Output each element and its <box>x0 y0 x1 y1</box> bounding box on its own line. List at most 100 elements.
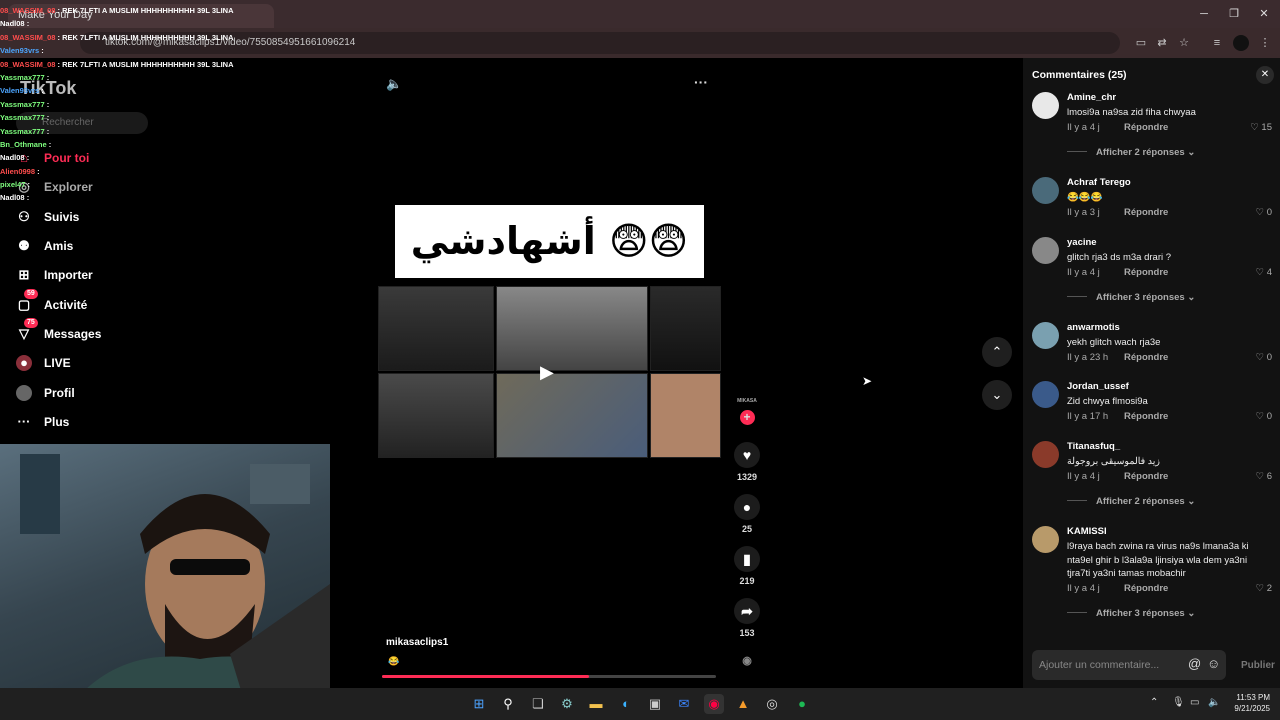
spotify-icon[interactable]: ● <box>792 694 812 714</box>
comment-like-button[interactable]: ♡ 4 <box>1256 267 1272 278</box>
nav-item-live[interactable]: ● LIVE <box>16 351 216 375</box>
video-overlay-title: أشهادشي 😨😨 <box>395 205 704 278</box>
file-explorer-icon[interactable]: ▬ <box>586 694 606 714</box>
clock[interactable]: 11:53 PM 9/21/2025 <box>1228 692 1270 714</box>
windows-start-icon[interactable]: ⊞ <box>469 694 489 714</box>
comment-item: Amine_chr lmosi9a na9sa zid fiha chwyaa Il… <box>1023 92 1280 158</box>
chat-username: Valen93vrs <box>0 86 40 96</box>
commenter-name[interactable]: Achraf Terego <box>1067 177 1131 188</box>
commenter-name[interactable]: KAMISSI <box>1067 526 1107 537</box>
share-button[interactable]: ➦ 153 <box>733 598 761 638</box>
previous-video-button[interactable]: ⌃ <box>982 337 1012 367</box>
search-icon[interactable]: ⚲ <box>498 694 518 714</box>
close-comments-icon[interactable]: ✕ <box>1256 66 1274 84</box>
like-button[interactable]: ♥ 1329 <box>733 442 761 482</box>
mention-icon[interactable]: @ <box>1188 656 1201 671</box>
reply-button[interactable]: Répondre <box>1124 267 1168 278</box>
reply-button[interactable]: Répondre <box>1124 411 1168 422</box>
nav-item-profil[interactable]: Profil <box>16 381 216 405</box>
reply-button[interactable]: Répondre <box>1124 583 1168 594</box>
reply-button[interactable]: Répondre <box>1124 207 1168 218</box>
commenter-name[interactable]: Titanasfuq_ <box>1067 441 1120 452</box>
nav-item-suivis[interactable]: ⚇ Suivis <box>16 205 216 229</box>
obs-icon[interactable]: ◎ <box>762 694 782 714</box>
star-icon[interactable]: ☆ <box>1176 35 1192 51</box>
publish-button[interactable]: Publier <box>1241 660 1275 671</box>
commenter-avatar[interactable] <box>1032 441 1059 468</box>
next-video-button[interactable]: ⌄ <box>982 380 1012 410</box>
reply-button[interactable]: Répondre <box>1124 471 1168 482</box>
nav-item-importer[interactable]: ⊞ Importer <box>16 263 216 287</box>
commenter-avatar[interactable] <box>1032 526 1059 553</box>
show-replies-button[interactable]: Afficher 2 réponses ⌄ <box>1067 496 1195 507</box>
comment-like-button[interactable]: ♡ 2 <box>1256 583 1272 594</box>
commenter-name[interactable]: yacine <box>1067 237 1097 248</box>
microphone-icon[interactable]: 🎙 <box>1172 697 1185 708</box>
commenter-name[interactable]: anwarmotis <box>1067 322 1120 333</box>
save-button[interactable]: ▮ 219 <box>733 546 761 586</box>
video-author[interactable]: mikasaclips1 <box>386 637 448 648</box>
comment-like-button[interactable]: ♡ 0 <box>1256 352 1272 363</box>
reply-button[interactable]: Répondre <box>1124 352 1168 363</box>
outlook-icon[interactable]: ✉ <box>674 694 694 714</box>
edge-icon[interactable]: ◐ <box>616 694 636 714</box>
comment-like-button[interactable]: ♡ 0 <box>1256 207 1272 218</box>
app-icon[interactable]: ▲ <box>733 694 753 714</box>
cast-icon[interactable]: ▭ <box>1133 35 1149 51</box>
nav-label: Profil <box>44 386 75 400</box>
commenter-avatar[interactable] <box>1032 237 1059 264</box>
nav-item-messages[interactable]: ▽ 75 Messages <box>16 318 216 346</box>
maximize-icon[interactable]: ❐ <box>1226 6 1242 22</box>
comment-button[interactable]: ● 25 <box>733 494 761 534</box>
translate-icon[interactable]: ⇄ <box>1154 35 1170 51</box>
nav-label: Activité <box>44 298 88 312</box>
show-replies-button[interactable]: Afficher 3 réponses ⌄ <box>1067 292 1195 303</box>
comment-icon: ● <box>734 494 760 520</box>
commenter-avatar[interactable] <box>1032 177 1059 204</box>
chat-username: Bn_Othmane <box>0 139 47 149</box>
video-more-icon[interactable]: ··· <box>694 74 708 90</box>
comment-like-button[interactable]: ♡ 0 <box>1256 411 1272 422</box>
author-avatar[interactable]: MIKASA + <box>733 398 761 425</box>
follow-plus-icon[interactable]: + <box>739 410 755 425</box>
nav-item-amis[interactable]: ⚉ Amis <box>16 234 216 258</box>
video-progress-track[interactable] <box>382 675 716 678</box>
minimize-icon[interactable]: ─ <box>1196 6 1212 22</box>
chevron-down-icon: ⌄ <box>991 387 1003 402</box>
extensions-icon[interactable]: ≡ <box>1209 35 1225 51</box>
show-replies-button[interactable]: Afficher 3 réponses ⌄ <box>1067 608 1195 619</box>
nav-item-activite[interactable]: ▢ 59 Activité <box>16 289 216 317</box>
store-icon[interactable]: ▣ <box>645 694 665 714</box>
commenter-avatar[interactable] <box>1032 381 1059 408</box>
commenter-avatar[interactable] <box>1032 92 1059 119</box>
tray-chevron-icon[interactable]: ⌃ <box>1150 697 1158 708</box>
commenter-name[interactable]: Amine_chr <box>1067 92 1116 103</box>
chat-message: Yassmax777 : <box>0 98 300 111</box>
comment-time: Il y a 23 h <box>1067 351 1109 363</box>
network-icon[interactable]: ▭ <box>1190 697 1199 708</box>
comment-like-button[interactable]: ♡ 15 <box>1250 122 1272 133</box>
comment-like-button[interactable]: ♡ 6 <box>1256 471 1272 482</box>
nav-item-plus[interactable]: ··· Plus <box>16 410 216 434</box>
speaker-icon[interactable]: 🔈 <box>1208 697 1220 708</box>
commenter-name[interactable]: Jordan_ussef <box>1067 381 1129 392</box>
comment-item: Achraf Terego 😂😂😂 Il y a 3 j Répondre ♡ 0 <box>1023 177 1280 237</box>
emoji-icon[interactable]: ☺ <box>1207 656 1220 671</box>
chevron-down-icon: ⌄ <box>1187 146 1196 158</box>
comment-text: l9raya bach zwina ra virus na9s lmana3a … <box>1067 541 1249 579</box>
comment-input[interactable]: Ajouter un commentaire... @ ☺ <box>1032 650 1226 680</box>
menu-icon[interactable]: ⋮ <box>1257 35 1273 51</box>
commenter-avatar[interactable] <box>1032 322 1059 349</box>
chrome-icon[interactable]: ◉ <box>704 694 724 714</box>
like-count: 1329 <box>736 472 758 482</box>
settings-icon[interactable]: ⚙ <box>557 694 577 714</box>
profile-icon[interactable] <box>1233 35 1249 51</box>
volume-icon[interactable]: 🔈 <box>386 76 402 92</box>
chat-username: 08_WASSIM_08 <box>0 59 56 69</box>
show-replies-button[interactable]: Afficher 2 réponses ⌄ <box>1067 147 1195 158</box>
close-window-icon[interactable]: ✕ <box>1256 6 1272 22</box>
play-icon[interactable]: ▶ <box>540 362 554 383</box>
sound-disc-icon[interactable]: ◉ <box>733 654 761 667</box>
task-view-icon[interactable]: ❏ <box>528 694 548 714</box>
reply-button[interactable]: Répondre <box>1124 122 1168 133</box>
